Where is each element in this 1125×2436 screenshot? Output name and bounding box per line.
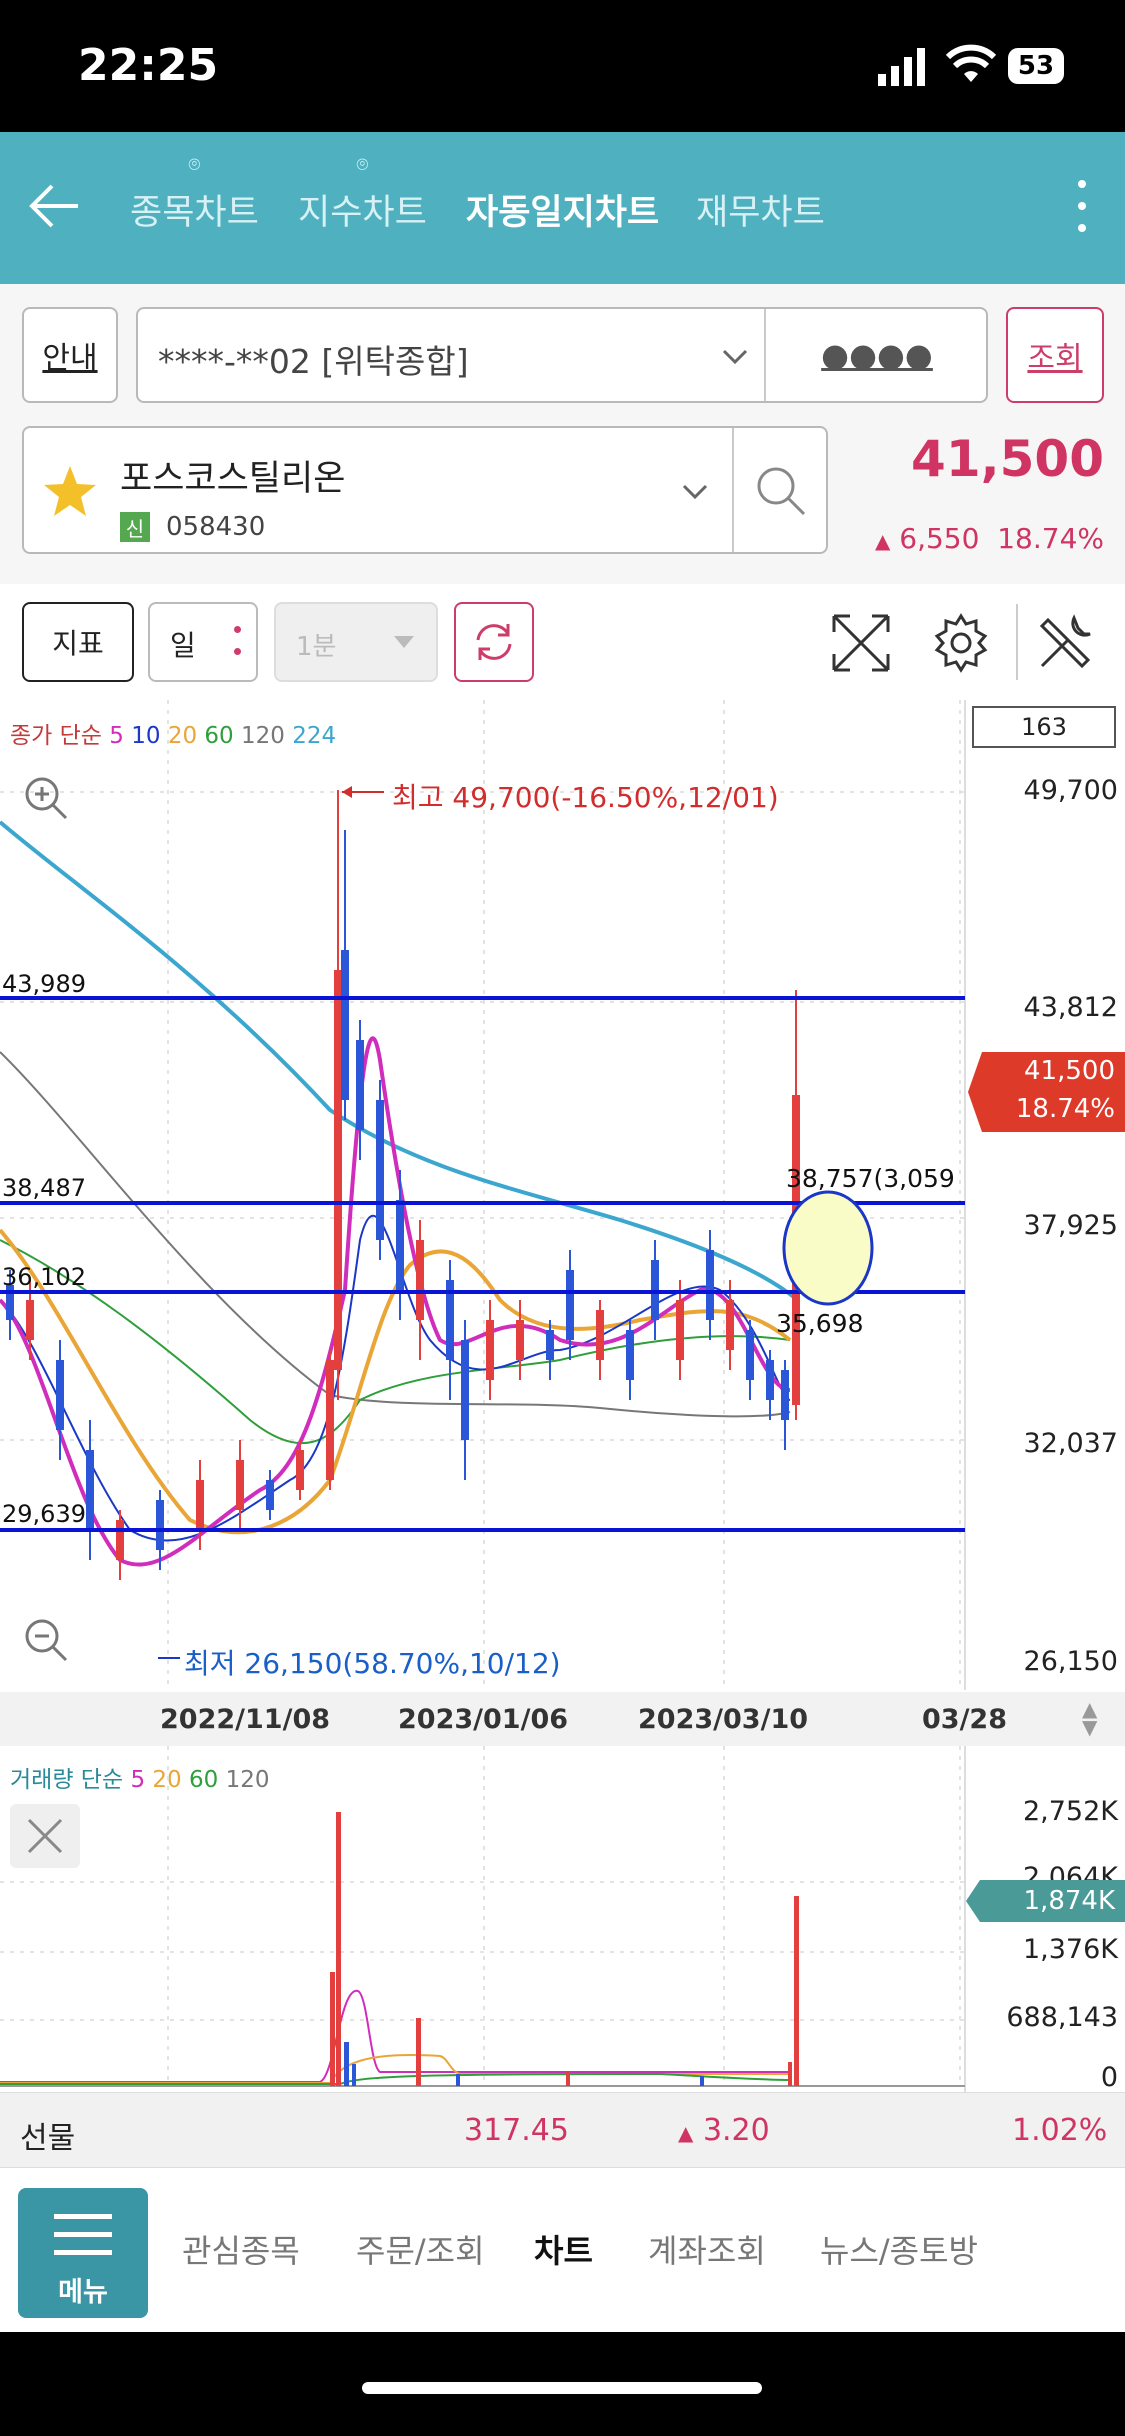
refresh-icon <box>476 624 512 660</box>
top-nav: ⌾ 종목차트 ⌾ 지수차트 자동일지차트 재무차트 <box>0 132 1125 284</box>
home-indicator[interactable] <box>362 2382 762 2394</box>
price-axis-label: 26,150 <box>1023 1646 1118 1677</box>
query-button[interactable]: 조회 <box>1006 307 1104 403</box>
pin-icon: ⌾ <box>356 152 369 176</box>
volume-axis-label: 688,143 <box>1006 2002 1118 2033</box>
volume-current-tag: 1,874K <box>966 1880 1125 1922</box>
search-icon[interactable] <box>754 464 808 518</box>
chevron-down-icon <box>682 484 708 500</box>
futures-bar[interactable]: 선물 317.45 ▲ 3.20 1.02% <box>0 2092 1125 2168</box>
nav-chart[interactable]: 차트 <box>534 2226 593 2272</box>
volume-axis-label: 1,376K <box>1022 1934 1118 1965</box>
zoom-out-icon[interactable] <box>18 1612 74 1668</box>
chevron-down-icon <box>722 349 748 365</box>
futures-label: 선물 <box>20 2121 76 2156</box>
period-select[interactable]: 일 <box>148 602 258 682</box>
menu-button[interactable]: 메뉴 <box>18 2188 148 2318</box>
gear-icon[interactable] <box>930 612 992 674</box>
home-indicator-area <box>0 2332 1125 2436</box>
x-axis-label: 03/28 <box>922 1704 1008 1735</box>
current-price: 41,500 <box>911 430 1104 488</box>
price-axis-label: 43,812 <box>1023 992 1118 1023</box>
up-triangle-icon: ▲ <box>678 2121 694 2145</box>
price-axis-label: 32,037 <box>1023 1428 1118 1459</box>
battery-icon: 53 <box>1008 48 1064 84</box>
futures-value: 317.45 <box>464 2113 569 2148</box>
interval-select[interactable]: 1분 <box>274 602 438 682</box>
low-annotation: 최저 26,150(58.70%,10/12) <box>184 1647 561 1680</box>
password-field[interactable]: ●●●● <box>768 309 986 401</box>
volume-chart[interactable] <box>0 1746 1125 2092</box>
tab-financial-chart[interactable]: 재무차트 <box>696 184 825 235</box>
indicator-button[interactable]: 지표 <box>22 602 134 682</box>
zoom-in-icon[interactable] <box>18 770 74 826</box>
hline-label: 38,487 <box>2 1174 86 1202</box>
guide-button[interactable]: 안내 <box>22 307 118 403</box>
mark-lower-label: 35,698 <box>776 1309 864 1338</box>
price-change: ▲ 6,550 18.74% <box>874 522 1104 555</box>
tab-stock-chart[interactable]: ⌾ 종목차트 <box>130 152 259 235</box>
account-value: ****-**02 [위탁종합] <box>158 342 469 381</box>
up-triangle-icon: ▲ <box>874 529 891 553</box>
caret-down-icon <box>394 636 414 648</box>
nav-order[interactable]: 주문/조회 <box>356 2226 485 2272</box>
volume-axis-label: 2,752K <box>1022 1796 1118 1827</box>
x-axis-label: 2022/11/08 <box>160 1704 331 1735</box>
stock-select[interactable]: 포스코스틸리온 신 058430 <box>22 426 828 554</box>
back-arrow-icon[interactable] <box>26 178 82 234</box>
bottom-nav: 메뉴 관심종목 주문/조회 차트 계좌조회 뉴스/종토방 <box>0 2168 1125 2332</box>
hamburger-icon <box>54 2214 112 2219</box>
price-chart[interactable] <box>0 700 1125 1750</box>
refresh-button[interactable] <box>454 602 534 682</box>
scroll-arrows-icon[interactable]: ▲ ▼ <box>1082 1699 1097 1737</box>
current-price-tag: 41,500 18.74% <box>968 1052 1125 1132</box>
status-time: 22:25 <box>78 40 219 91</box>
signal-icon <box>878 48 925 86</box>
x-axis-label: 2023/03/10 <box>638 1704 809 1735</box>
high-annotation: 최고 49,700(-16.50%,12/01) <box>392 781 779 814</box>
tab-index-chart[interactable]: ⌾ 지수차트 <box>298 152 427 235</box>
account-select[interactable]: ****-**02 [위탁종합] ●●●● <box>136 307 988 403</box>
more-menu-icon[interactable] <box>1078 180 1088 232</box>
stock-code: 058430 <box>166 512 266 542</box>
mark-upper-label: 38,757(3,059 <box>786 1164 955 1193</box>
hline-label: 36,102 <box>2 1263 86 1291</box>
price-axis-label: 49,700 <box>1023 775 1118 806</box>
nav-account[interactable]: 계좌조회 <box>648 2226 766 2272</box>
new-badge: 신 <box>120 512 150 542</box>
nav-news[interactable]: 뉴스/종토방 <box>820 2226 978 2272</box>
expand-icon[interactable] <box>830 612 892 674</box>
volume-axis-label: 0 <box>1100 2062 1118 2093</box>
stock-name: 포스코스틸리온 <box>120 459 346 499</box>
hline-label: 43,989 <box>2 970 86 998</box>
futures-pct: 1.02% <box>1012 2113 1108 2148</box>
hline-label: 29,639 <box>2 1500 86 1528</box>
futures-change: ▲ 3.20 <box>678 2113 770 2148</box>
pin-icon: ⌾ <box>188 152 201 176</box>
tab-auto-journal-chart[interactable]: 자동일지차트 <box>466 184 659 235</box>
star-icon[interactable] <box>42 464 98 518</box>
tools-icon[interactable] <box>1034 612 1096 674</box>
price-axis-label: 37,925 <box>1023 1210 1118 1241</box>
nav-watchlist[interactable]: 관심종목 <box>182 2226 300 2272</box>
wifi-icon <box>946 44 996 82</box>
x-axis-label: 2023/01/06 <box>398 1704 569 1735</box>
status-bar: 22:25 53 <box>0 0 1125 132</box>
